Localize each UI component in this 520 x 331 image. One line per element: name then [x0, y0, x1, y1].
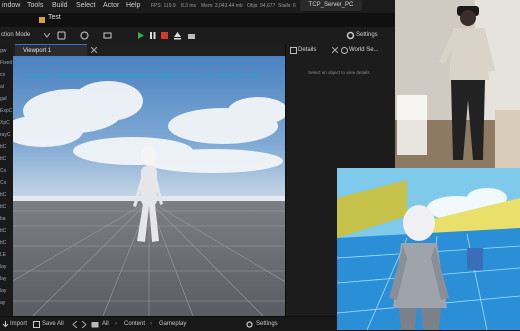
objects-stat: Objs: 94,677	[247, 3, 276, 9]
outliner-item[interactable]: Co	[0, 168, 13, 174]
outliner-item[interactable]: ay	[0, 300, 13, 306]
outliner-item[interactable]: Co	[0, 180, 13, 186]
outliner-item[interactable]: ttC	[0, 144, 13, 150]
stop-icon[interactable]	[160, 31, 169, 40]
viewport-tab-bar: Viewport 1	[13, 44, 285, 56]
breadcrumb-separator: ›	[150, 321, 152, 327]
folder-icon	[91, 322, 99, 328]
details-empty-hint: Select an object to view details.	[308, 70, 371, 75]
globe-icon	[341, 47, 348, 54]
stalls-stat: Stalls: 6	[278, 3, 296, 9]
tab-world-settings[interactable]: World Se...	[349, 44, 379, 56]
fps-stat: FPS: 119.9	[151, 3, 176, 9]
pause-icon[interactable]	[148, 31, 157, 40]
save-icon	[33, 321, 40, 328]
outliner-item[interactable]: gw	[0, 48, 13, 54]
chevron-right-icon[interactable]	[81, 321, 87, 328]
content-browser-bar: Import Save All All › Content › Gameplay…	[0, 316, 395, 331]
webcam-feed	[395, 0, 520, 168]
details-icon	[290, 47, 297, 54]
outliner-item[interactable]: XpC	[0, 120, 13, 126]
eject-icon[interactable]	[173, 31, 182, 40]
platforms-icon[interactable]	[187, 31, 196, 40]
menu-item-window[interactable]: indow	[2, 2, 20, 9]
menu-item-build[interactable]: Build	[52, 2, 68, 9]
close-icon[interactable]	[91, 47, 97, 53]
breadcrumb-content[interactable]: Content	[124, 321, 145, 327]
menu-item-actor[interactable]: Actor	[103, 2, 119, 9]
menu-item-help[interactable]: Help	[126, 2, 140, 9]
outliner-item[interactable]: ttC	[0, 156, 13, 162]
outliner-item[interactable]: LE	[0, 252, 13, 258]
main-toolbar: ction Mode Settings	[0, 27, 395, 45]
content-settings-button[interactable]: Settings	[256, 321, 278, 327]
outliner-item[interactable]: ttC	[0, 240, 13, 246]
chevron-down-icon	[44, 33, 50, 38]
breadcrumb-gameplay[interactable]: Gameplay	[159, 321, 186, 327]
import-icon	[2, 321, 9, 328]
left-panel-strip: gw Fixed cs al gal ExpC XpC rayC ttC ttC Co Co ttC tt…	[0, 44, 13, 316]
webcam-scene	[395, 0, 520, 168]
content-icon[interactable]	[57, 31, 66, 40]
level-viewport[interactable]: Session ID：21BDC6A4250E4D88BE30C2D4FB7D0…	[13, 56, 285, 316]
session-message: Session ID：21BDC6A4250E4D88BE30C2D4FB7D0…	[25, 74, 259, 80]
project-tab[interactable]: Test	[48, 14, 61, 21]
menu-item-select[interactable]: Select	[76, 2, 95, 9]
outliner-item[interactable]: lay	[0, 264, 13, 270]
outliner-item[interactable]: lay	[0, 276, 13, 282]
outliner-item[interactable]: ttC	[0, 192, 13, 198]
outliner-item[interactable]: ttC	[0, 204, 13, 210]
viewport-scene	[13, 56, 285, 316]
close-icon[interactable]	[332, 47, 338, 53]
import-button[interactable]: Import	[10, 321, 27, 327]
settings-gear-icon	[346, 31, 355, 40]
memory-stat: Mem: 3,043.44 mb	[201, 3, 243, 9]
outliner-item[interactable]: ba	[0, 216, 13, 222]
breadcrumb-separator: ›	[115, 321, 117, 327]
ms-stat: 8.3 ms	[181, 3, 197, 9]
outliner-item[interactable]: ttC	[0, 228, 13, 234]
outliner-item[interactable]: al	[0, 84, 13, 90]
viewport-tab-label: Viewport 1	[23, 48, 52, 54]
outliner-item[interactable]: ExpC	[0, 108, 13, 114]
menu-item-tools[interactable]: Tools	[27, 2, 43, 9]
mode-selector[interactable]: ction Mode	[1, 32, 30, 38]
vr-view	[337, 168, 520, 330]
outliner-item[interactable]: cs	[0, 72, 13, 78]
save-all-button[interactable]: Save All	[42, 321, 64, 327]
outliner-item[interactable]: lay	[0, 288, 13, 294]
chevron-left-icon[interactable]	[72, 321, 78, 328]
breadcrumb-all[interactable]: All	[102, 321, 109, 327]
menu-bar: indow Tools Build Select Actor Help FPS:…	[0, 0, 395, 13]
viewport-tab[interactable]: Viewport 1	[15, 44, 87, 56]
settings-button[interactable]: Settings	[356, 32, 378, 38]
vr-scene	[337, 168, 520, 330]
outliner-item[interactable]: Fixed	[0, 60, 13, 66]
outliner-item[interactable]: gal	[0, 96, 13, 102]
play-icon[interactable]	[136, 31, 145, 40]
tab-details[interactable]: Details	[298, 44, 316, 56]
project-tab-row: Test	[0, 13, 395, 27]
settings-gear-icon	[246, 321, 253, 328]
project-icon	[39, 17, 45, 23]
outliner-item[interactable]: rayC	[0, 132, 13, 138]
window-title: TCP_Server_PC	[300, 0, 362, 11]
cinematics-icon[interactable]	[103, 31, 112, 40]
blueprint-icon[interactable]	[80, 31, 89, 40]
